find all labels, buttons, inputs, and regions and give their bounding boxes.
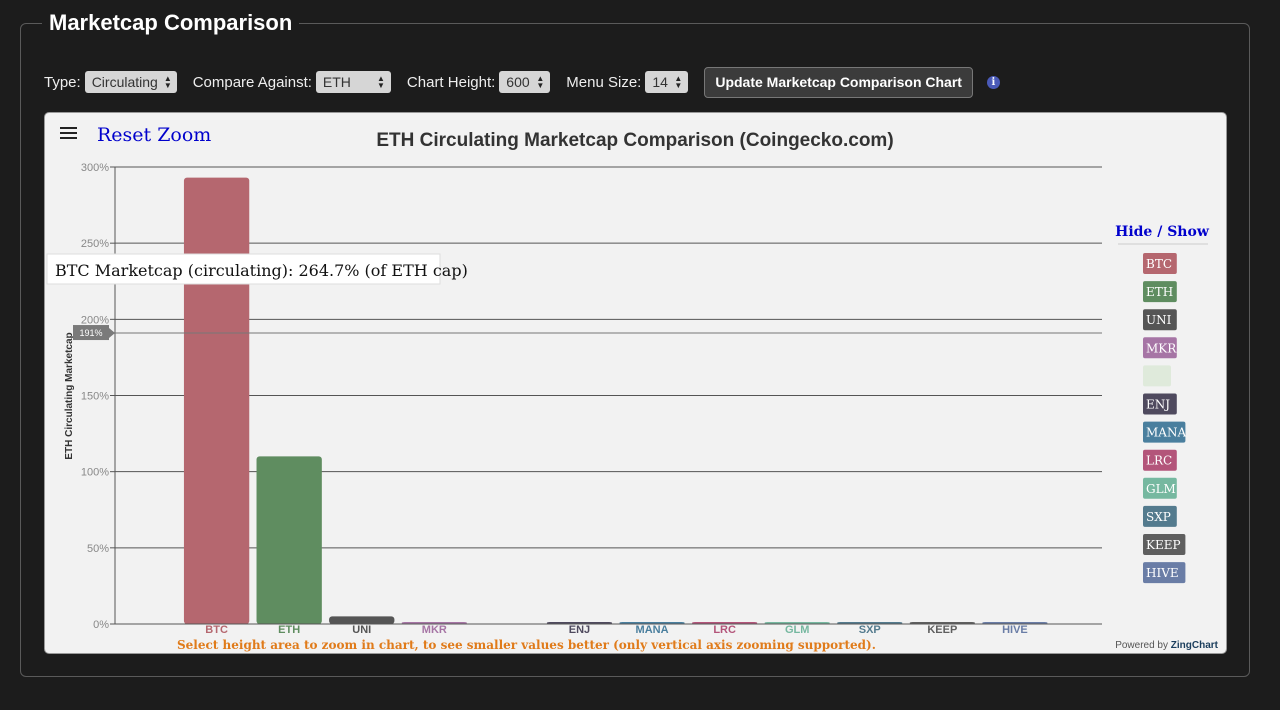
menu-size-select[interactable]: 14 ▲ ▼ [645,71,689,93]
legend-label: ENJ [1146,398,1170,412]
chart-title: ETH Circulating Marketcap Comparison (Co… [376,130,893,151]
x-tick-label: UNI [352,624,371,636]
legend-label: UNI [1146,313,1172,327]
legend-swatch [1143,365,1171,387]
select-arrows-icon: ▲ ▼ [163,74,172,90]
y-axis-label: ETH Circulating Marketcap [64,332,75,459]
legend-item-HIVE[interactable]: HIVE [1143,562,1186,584]
legend-item-hidden[interactable] [1143,365,1171,387]
panel-title: Marketcap Comparison [42,10,300,36]
legend-item-KEEP[interactable]: KEEP [1143,534,1186,555]
crosshair-arrow [109,328,115,339]
y-tick-label: 0% [93,619,109,631]
y-tick-label: 250% [81,238,109,250]
info-icon[interactable]: i [986,75,1000,89]
y-tick-label: 300% [81,162,109,174]
x-tick-label: GLM [785,624,809,636]
x-tick-label: MANA [636,624,669,636]
chart-svg: 0% 50% 100% 150% 200% 250% 300% BTC ETH UNI MKR EN… [46,124,1219,652]
legend-item-ETH[interactable]: ETH [1143,281,1177,303]
legend-label: BTC [1146,257,1172,271]
legend-item-ENJ[interactable]: ENJ [1143,393,1177,415]
y-tick-label: 100% [81,467,109,479]
x-tick-label: HIVE [1002,624,1028,636]
select-arrows-icon: ▲ ▼ [536,74,545,90]
zoom-hint: Select height area to zoom in chart, to … [177,638,876,652]
y-axis: 0% 50% 100% 150% 200% 250% 300% [81,162,116,631]
bar-UNI[interactable] [329,616,395,624]
compare-label: Compare Against: [192,73,312,91]
legend-label: KEEP [1146,538,1181,552]
x-axis: BTC ETH UNI MKR ENJ MANA LRC GLM SXP KEEP HIVE [115,623,1102,636]
legend-item-BTC[interactable]: BTC [1143,253,1177,274]
type-label: Type: [44,73,81,91]
legend-item-MANA[interactable]: MANA [1143,421,1186,443]
controls-bar: Type: Circulating ▲ ▼ Compare Against: ET… [44,66,1000,98]
type-select-value: Circulating [91,74,158,90]
legend-hide-show[interactable]: Hide / Show [1115,224,1210,240]
legend-item-LRC[interactable]: LRC [1143,449,1177,471]
crosshair-label: 191% [79,328,102,338]
reset-zoom-button[interactable]: Reset Zoom [97,124,211,146]
legend-label: SXP [1146,510,1171,524]
x-tick-label: SXP [859,624,881,636]
x-tick-label: BTC [205,624,228,636]
y-tick-label: 150% [81,391,109,403]
legend-item-SXP[interactable]: SXP [1143,505,1177,527]
bar-ETH[interactable] [256,456,322,624]
legend-label: MKR [1146,341,1177,355]
select-arrows-icon: ▲ ▼ [377,74,385,90]
x-tick-label: LRC [713,624,736,636]
menu-size-label: Menu Size: [566,73,642,91]
powered-by[interactable]: Powered by ZingChart [1115,640,1218,651]
legend-item-UNI[interactable]: UNI [1143,309,1177,331]
menu-icon[interactable] [60,127,77,139]
legend-label: LRC [1146,454,1172,468]
legend-label: HIVE [1146,566,1179,580]
x-tick-label: MKR [422,624,447,636]
powered-by-label: Powered by [1115,640,1168,651]
legend-item-MKR[interactable]: MKR [1143,337,1177,359]
legend-label: GLM [1146,482,1176,496]
select-arrows-icon: ▲ ▼ [674,74,683,90]
legend-label: MANA [1146,426,1186,440]
bars [183,177,1048,624]
chart-height-label: Chart Height: [406,73,496,91]
x-tick-label: ENJ [569,624,590,636]
zingchart-link[interactable]: ZingChart [1171,640,1219,651]
update-chart-button[interactable]: Update Marketcap Comparison Chart [704,66,973,98]
chart-height-select[interactable]: 600 ▲ ▼ [499,71,551,93]
compare-select-value: ETH [322,74,351,90]
y-tick-label: 50% [87,543,109,555]
x-tick-label: ETH [278,624,300,636]
x-tick-label: KEEP [927,624,957,636]
chart-height-value: 600 [506,74,530,90]
tooltip-text: BTC Marketcap (circulating): 264.7% (of … [55,261,468,280]
menu-size-value: 14 [652,74,668,90]
legend-item-GLM[interactable]: GLM [1143,477,1177,499]
legend: BTC ETH UNI MKR ENJ MANA LRC GLM SXP KEEP HIVE [1143,253,1186,584]
type-select[interactable]: Circulating ▲ ▼ [84,71,177,93]
bar-BTC[interactable] [183,177,250,624]
legend-label: ETH [1146,285,1173,299]
chart-container: 0% 50% 100% 150% 200% 250% 300% BTC ETH UNI MKR EN… [44,112,1227,654]
y-tick-label: 200% [81,314,109,326]
compare-select[interactable]: ETH ▲ ▼ [315,71,391,93]
